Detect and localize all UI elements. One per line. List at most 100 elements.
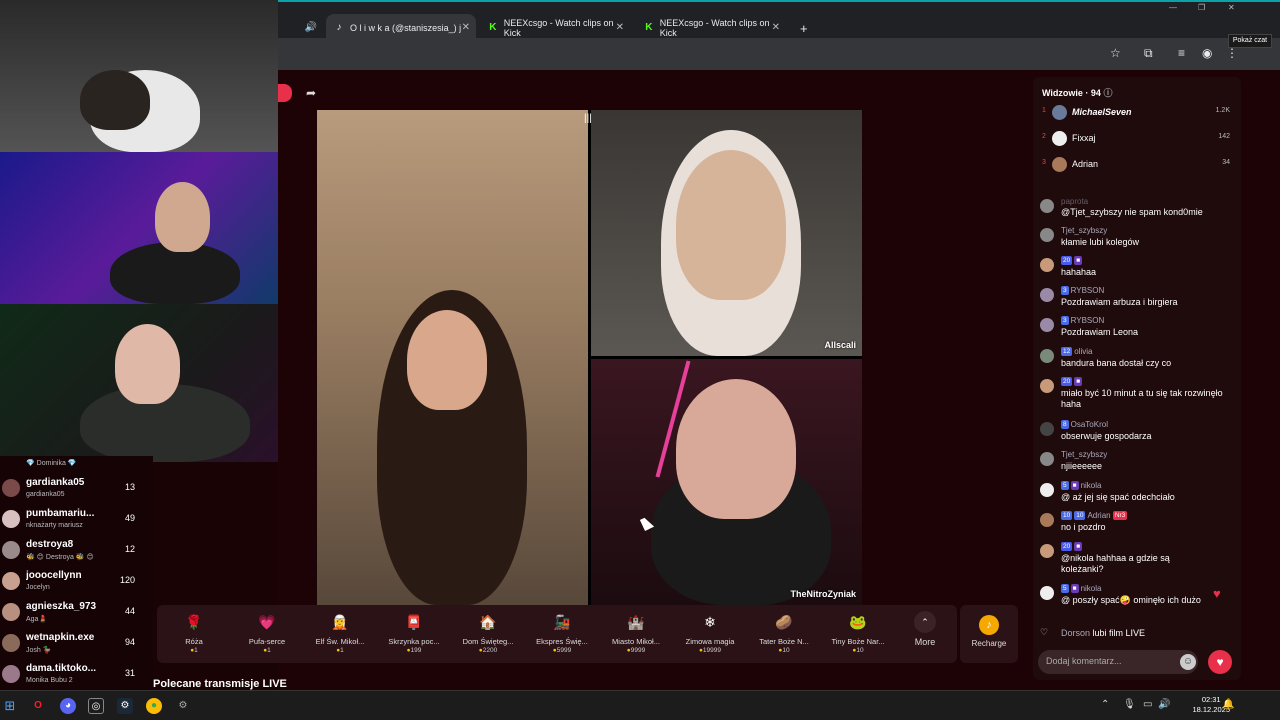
elf-icon: 🧝 bbox=[331, 614, 349, 630]
microphone-icon[interactable]: 🎙 bbox=[1123, 699, 1136, 710]
list-item[interactable]: destroya8 🐝 😊 Destroya 🐝 😊 12 bbox=[0, 535, 153, 566]
avatar bbox=[2, 541, 20, 559]
viewers-header: Widzowie · 94 ⓘ bbox=[1042, 88, 1113, 98]
avatar bbox=[1052, 157, 1067, 172]
recharge-button[interactable]: ♪ Recharge bbox=[960, 605, 1018, 663]
top-viewer-row[interactable]: 2 Fixxaj 142 bbox=[1040, 129, 1232, 149]
kick-icon: K bbox=[489, 22, 497, 33]
gift-item[interactable]: 📮 Skrzynka poc... ●199 bbox=[379, 605, 449, 663]
avatar bbox=[1040, 544, 1054, 558]
share-icon[interactable]: ➦ bbox=[306, 86, 316, 100]
list-item[interactable]: gardianka05 gardianka05 13 bbox=[0, 473, 153, 504]
chat-message: 3 RYBSON Pozdrawiam arbuza i birgiera bbox=[1040, 286, 1232, 312]
chat-message: ♡ Dorson lubi film LIVE bbox=[1040, 627, 1232, 641]
chat-message: 5 ■ nikola @ poszły spać🤪 ominęło ich dużo bbox=[1040, 584, 1232, 620]
close-icon[interactable]: ✕ bbox=[772, 22, 780, 33]
webcam-3-face bbox=[115, 324, 180, 404]
avatar bbox=[2, 665, 20, 683]
discord-icon[interactable]: ◕ bbox=[60, 698, 76, 714]
windows-start-icon[interactable]: ⊞ bbox=[2, 698, 18, 714]
streamer-name: Allscali bbox=[824, 340, 856, 350]
host-face bbox=[407, 310, 487, 410]
extensions-icon[interactable]: ⧉ bbox=[1144, 46, 1153, 61]
chevron-up-icon[interactable]: ⌃ bbox=[1101, 699, 1109, 710]
speaker-icon: 🔊 bbox=[304, 22, 317, 33]
comment-input[interactable]: Dodaj komentarz... bbox=[1038, 650, 1198, 674]
list-item[interactable]: dama.tiktoko... Monika Bubu 2 31 bbox=[0, 659, 153, 690]
gift-item[interactable]: 💗 Pufa-serce ●1 bbox=[232, 605, 302, 663]
chat-message: 5 ■ nikola @ aż jej się spać odechciało bbox=[1040, 481, 1232, 507]
list-item[interactable]: 💎 Dominika 💎 bbox=[0, 456, 153, 470]
gift-item[interactable]: ❄ Zimowa magia ●19999 bbox=[675, 605, 745, 663]
settings-icon[interactable]: ⚙ bbox=[175, 698, 191, 714]
live-video[interactable]: ||| Allscali TheNitroZyniak bbox=[317, 110, 862, 605]
chat-message: 8 OsaToKrol obserwuje gospodarza bbox=[1040, 420, 1232, 446]
train-icon: 🚂 bbox=[553, 614, 571, 630]
tiktok-icon: ♪ bbox=[336, 22, 342, 33]
volume-icon[interactable]: 🔊 bbox=[1158, 699, 1170, 710]
close-icon[interactable]: ✕ bbox=[616, 22, 624, 33]
chat-message: 20 ■ hahahaa bbox=[1040, 256, 1232, 282]
webcam-1 bbox=[0, 0, 278, 152]
chat-message: 10 10 Adrian Nr3 no i pozdro bbox=[1040, 511, 1232, 537]
list-item[interactable]: agnieszka_973 Aga💄 44 bbox=[0, 597, 153, 628]
notifications-icon[interactable]: 🔔 bbox=[1222, 699, 1234, 710]
snowflake-icon: ❄ bbox=[704, 614, 716, 630]
avatar bbox=[1040, 349, 1054, 363]
webcam-3 bbox=[0, 304, 278, 462]
gift-item[interactable]: 🥔 Tater Boże N... ●10 bbox=[749, 605, 819, 663]
taskbar: ⊞ O ◕ ◎ ⚙ ● ⚙ ⌃ 🎙 ▭ 🔊 02:31 18.12.2025 🔔 bbox=[0, 690, 1280, 720]
maximize-icon[interactable]: ❐ bbox=[1198, 3, 1205, 12]
avatar bbox=[1040, 586, 1054, 600]
avatar bbox=[2, 479, 20, 497]
emoji-icon[interactable]: ☺ bbox=[1180, 654, 1196, 670]
media-icon[interactable]: ≡ bbox=[1178, 46, 1185, 60]
browser-chrome: 🔊 ♪ O l i w k a (@staniszesia_) j ✕ K NE… bbox=[278, 2, 1280, 70]
kick-icon: K bbox=[645, 22, 653, 33]
address-bar-row bbox=[278, 38, 1280, 70]
webcam-2-face bbox=[155, 182, 210, 252]
gift-item[interactable]: 🏰 Miasto Mikoł... ●9999 bbox=[601, 605, 671, 663]
gift-item[interactable]: 🚂 Ekspres Świę... ●5999 bbox=[527, 605, 597, 663]
info-icon[interactable]: ⓘ bbox=[1103, 88, 1112, 98]
gift-item[interactable]: 🐸 Tiny Boże Nar... ●10 bbox=[823, 605, 893, 663]
more-gifts-button[interactable]: ⌃ More bbox=[893, 605, 957, 663]
top-viewer-row[interactable]: 1 MichaelSeven 1.2K bbox=[1040, 103, 1232, 123]
close-icon[interactable]: ✕ bbox=[462, 22, 470, 33]
avatar bbox=[1052, 105, 1067, 120]
video-cell-host bbox=[317, 110, 588, 605]
gift-item[interactable]: 🌹 Róża ●1 bbox=[159, 605, 229, 663]
avatar bbox=[2, 634, 20, 652]
webcam-overlay bbox=[0, 0, 278, 462]
github-icon[interactable]: ◎ bbox=[88, 698, 104, 714]
mailbox-icon: 📮 bbox=[405, 614, 423, 630]
top-viewer-row[interactable]: 3 Adrian 34 bbox=[1040, 155, 1232, 175]
opera-icon[interactable]: O bbox=[30, 698, 46, 714]
steam-icon[interactable]: ⚙ bbox=[117, 698, 133, 714]
gift-item[interactable]: 🧝 Elf Św. Mikoł... ●1 bbox=[305, 605, 375, 663]
chat-message: Tjet_szybszy njiieeeeee bbox=[1040, 450, 1232, 476]
gifter-leaderboard: 💎 Dominika 💎 gardianka05 gardianka05 13 pu… bbox=[0, 456, 153, 690]
avatar bbox=[1040, 513, 1054, 527]
list-item[interactable]: pumbamariu... nknażarty mariusz 49 bbox=[0, 504, 153, 535]
list-item[interactable]: jooocellynn Jocelyn 120 bbox=[0, 566, 153, 597]
avatar bbox=[2, 510, 20, 528]
gift-item[interactable]: 🏠 Dom Święteg... ●2200 bbox=[453, 605, 523, 663]
network-icon[interactable]: ▭ bbox=[1143, 699, 1152, 710]
video-cell-guest-1: Allscali bbox=[591, 110, 862, 356]
like-button[interactable]: ♥ bbox=[1208, 650, 1232, 674]
avatar bbox=[2, 603, 20, 621]
profile-icon[interactable]: ◉ bbox=[1202, 46, 1212, 60]
heart-icon: 💗 bbox=[258, 614, 276, 630]
follow-button-partial[interactable] bbox=[278, 84, 292, 102]
avatar bbox=[1040, 483, 1054, 497]
avatar bbox=[1040, 422, 1054, 436]
streamer-name: TheNitroZyniak bbox=[790, 589, 856, 599]
chrome-icon[interactable]: ● bbox=[146, 698, 162, 714]
list-item[interactable]: wetnapkin.exe Josh 🦆 94 bbox=[0, 628, 153, 659]
minimize-icon[interactable]: — bbox=[1169, 3, 1177, 12]
bookmark-star-icon[interactable]: ☆ bbox=[1110, 46, 1121, 60]
window-close-icon[interactable]: ✕ bbox=[1228, 3, 1235, 12]
avatar bbox=[1040, 288, 1054, 302]
menu-icon[interactable]: ⋮ bbox=[1226, 46, 1238, 60]
